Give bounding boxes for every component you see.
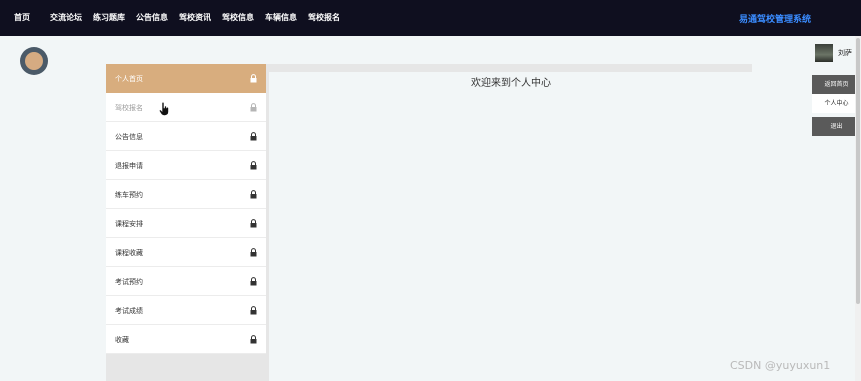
sidebar-item-label: 考试成绩 xyxy=(115,307,143,315)
nav-forum[interactable]: 交流论坛 xyxy=(50,12,82,23)
lock-icon xyxy=(250,74,257,83)
vertical-scrollbar[interactable] xyxy=(855,36,861,381)
lock-icon xyxy=(250,103,257,112)
content-header-strip xyxy=(266,64,752,72)
sidebar-item-practice-booking[interactable]: 练车预约 xyxy=(106,180,266,209)
nav-school-info[interactable]: 驾校信息 xyxy=(222,12,254,23)
sidebar-item-exam-scores[interactable]: 考试成绩 xyxy=(106,296,266,325)
back-home-button[interactable]: 返回首页 xyxy=(812,75,861,94)
lock-icon xyxy=(250,132,257,141)
personal-center-button[interactable]: 个人中心 xyxy=(812,94,861,113)
scrollbar-thumb[interactable] xyxy=(856,38,860,304)
logout-button[interactable]: 退出 xyxy=(812,117,861,136)
orb-inner xyxy=(25,52,43,70)
nav-vehicle-info[interactable]: 车辆信息 xyxy=(265,12,297,23)
sidebar-menu: 个人首页 驾校报名 公告信息 退报申请 练车预约 课程安排 课程收藏 考试预约 … xyxy=(106,64,269,381)
nav-question-bank[interactable]: 练习题库 xyxy=(93,12,125,23)
sidebar-item-label: 课程安排 xyxy=(115,220,143,228)
lock-icon xyxy=(250,277,257,286)
sidebar-item-course-schedule[interactable]: 课程安排 xyxy=(106,209,266,238)
nav-school-news[interactable]: 驾校资讯 xyxy=(179,12,211,23)
sidebar-item-withdrawal[interactable]: 退报申请 xyxy=(106,151,266,180)
welcome-message: 欢迎来到个人中心 xyxy=(471,78,551,89)
sidebar-item-label: 考试预约 xyxy=(115,278,143,286)
sidebar-item-personal-home[interactable]: 个人首页 xyxy=(106,64,266,93)
lock-icon xyxy=(250,306,257,315)
sidebar-item-label: 退报申请 xyxy=(115,162,143,170)
sidebar-item-label: 公告信息 xyxy=(115,133,143,141)
sidebar-item-label: 个人首页 xyxy=(115,75,143,83)
hand-cursor-icon xyxy=(159,102,169,116)
lock-icon xyxy=(250,190,257,199)
sidebar-item-label: 课程收藏 xyxy=(115,249,143,257)
lock-icon xyxy=(250,335,257,344)
sidebar-item-label: 收藏 xyxy=(115,336,129,344)
nav-announcements[interactable]: 公告信息 xyxy=(136,12,168,23)
lock-icon xyxy=(250,161,257,170)
brand-title: 易通驾校管理系统 xyxy=(739,15,812,25)
orb-icon xyxy=(20,47,48,75)
nav-home[interactable]: 首页 xyxy=(14,12,30,23)
sidebar-item-label: 练车预约 xyxy=(115,191,143,199)
sidebar-item-favorites[interactable]: 收藏 xyxy=(106,325,266,354)
user-name[interactable]: 刘萨 xyxy=(838,48,852,58)
lock-icon xyxy=(250,248,257,257)
sidebar-item-registration[interactable]: 驾校报名 xyxy=(106,93,266,122)
sidebar-item-exam-booking[interactable]: 考试预约 xyxy=(106,267,266,296)
avatar[interactable] xyxy=(815,44,833,62)
watermark: CSDN @yuyuxun1 xyxy=(730,359,831,372)
top-nav-bar: 首页 交流论坛 练习题库 公告信息 驾校资讯 驾校信息 车辆信息 驾校报名 易通… xyxy=(0,0,861,36)
lock-icon xyxy=(250,219,257,228)
sidebar-item-label: 驾校报名 xyxy=(115,104,143,112)
sidebar-item-course-favorites[interactable]: 课程收藏 xyxy=(106,238,266,267)
nav-registration[interactable]: 驾校报名 xyxy=(308,12,340,23)
sidebar-item-announcements[interactable]: 公告信息 xyxy=(106,122,266,151)
